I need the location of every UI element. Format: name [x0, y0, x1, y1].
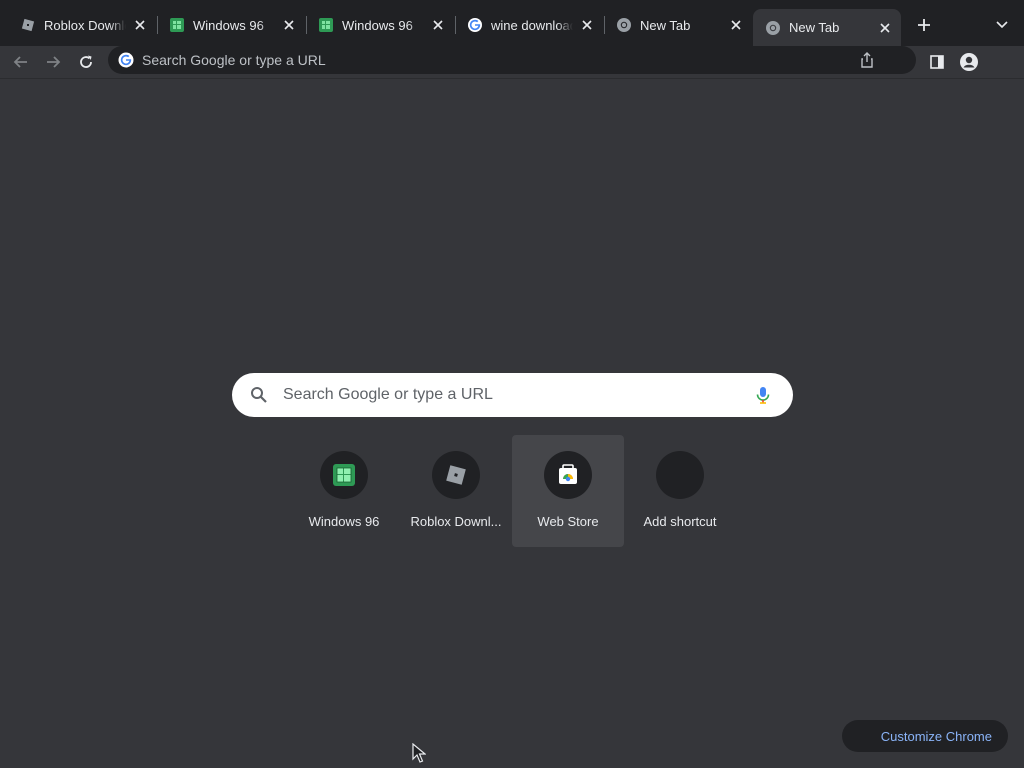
roblox-icon — [432, 451, 480, 499]
tab-title: New Tab — [789, 20, 840, 35]
tab-search-button[interactable] — [990, 13, 1014, 37]
shortcut-label: Web Store — [537, 514, 599, 529]
tab[interactable]: Roblox Download — [8, 8, 156, 42]
new-tab-button[interactable] — [912, 13, 936, 37]
omnibox[interactable]: Search Google or type a URL — [108, 46, 916, 74]
chrome-icon — [616, 17, 632, 33]
shortcut-label: Windows 96 — [308, 514, 380, 529]
customize-chrome-button[interactable]: Customize Chrome — [842, 720, 1008, 752]
tab-title: Windows 96 — [193, 17, 264, 33]
toolbar: Search Google or type a URL — [0, 46, 1024, 79]
ntp-search-box[interactable]: Search Google or type a URL — [232, 373, 793, 417]
forward-arrow-icon — [47, 56, 61, 68]
mouse-cursor-icon — [412, 743, 426, 763]
web-store-icon — [544, 451, 592, 499]
shortcut-tile-windows96[interactable]: Windows 96 — [288, 435, 400, 547]
plus-icon — [918, 19, 930, 31]
microphone-icon[interactable] — [754, 385, 772, 405]
ntp-search-placeholder: Search Google or type a URL — [283, 386, 493, 403]
roblox-icon — [20, 17, 36, 33]
customize-chrome-label: Customize Chrome — [880, 728, 992, 744]
windows96-icon — [320, 451, 368, 499]
profile-button[interactable] — [956, 49, 982, 75]
tab[interactable]: Windows 96 — [306, 8, 454, 42]
shortcut-tile-web-store[interactable]: Web Store — [512, 435, 624, 547]
share-icon — [861, 52, 873, 68]
google-icon — [118, 52, 134, 68]
share-button[interactable] — [858, 51, 876, 69]
chevron-down-icon — [996, 21, 1008, 29]
tab[interactable]: wine download — [455, 8, 603, 42]
close-icon[interactable] — [579, 17, 595, 33]
close-icon[interactable] — [877, 20, 893, 36]
tab[interactable]: New Tab — [604, 8, 752, 42]
back-arrow-icon — [13, 56, 27, 68]
shortcut-tile-add[interactable]: Add shortcut — [624, 435, 736, 547]
chrome-icon — [765, 20, 781, 36]
side-panel-icon — [930, 55, 944, 69]
close-icon[interactable] — [281, 17, 297, 33]
avatar-icon — [960, 53, 978, 71]
tab[interactable]: Windows 96 — [157, 8, 305, 42]
tab-title: wine download — [491, 17, 573, 33]
shortcut-tile-roblox[interactable]: Roblox Downl... — [400, 435, 512, 547]
tab-title: Roblox Download — [44, 17, 126, 33]
close-icon[interactable] — [728, 17, 744, 33]
close-icon[interactable] — [430, 17, 446, 33]
back-button[interactable] — [8, 49, 34, 75]
tab-active[interactable]: New Tab — [753, 9, 901, 46]
search-icon — [250, 386, 268, 404]
side-panel-button[interactable] — [924, 49, 950, 75]
omnibox-placeholder: Search Google or type a URL — [142, 52, 326, 68]
shortcut-label: Roblox Downl... — [410, 514, 502, 529]
shortcut-label: Add shortcut — [643, 514, 717, 529]
windows96-icon — [318, 17, 334, 33]
forward-button[interactable] — [40, 49, 66, 75]
tab-title: Windows 96 — [342, 17, 413, 33]
google-icon — [467, 17, 483, 33]
close-icon[interactable] — [132, 17, 148, 33]
windows96-icon — [169, 17, 185, 33]
reload-icon — [80, 55, 92, 68]
tab-title: New Tab — [640, 17, 691, 33]
tab-strip: Roblox Download Windows 96 Windows 96 wi… — [0, 0, 1024, 46]
add-icon — [656, 451, 704, 499]
reload-button[interactable] — [73, 49, 99, 75]
